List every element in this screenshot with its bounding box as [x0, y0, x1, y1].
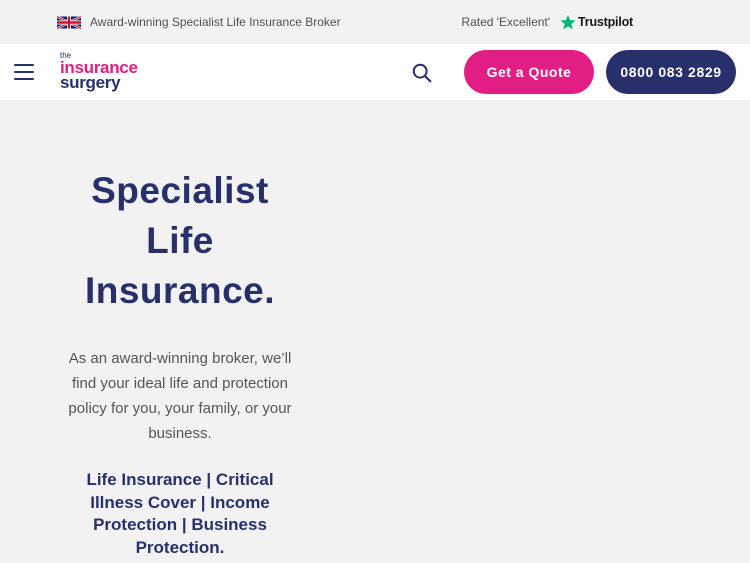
trustpilot-label: Trustpilot — [578, 15, 633, 29]
tagline: Award-winning Specialist Life Insurance … — [90, 15, 341, 29]
trustpilot-rating[interactable]: Rated 'Excellent' Trustpilot — [461, 14, 633, 30]
hero-title-line-3: Insurance. — [84, 270, 276, 311]
hero-title-line-1: Specialist — [91, 170, 269, 211]
trustpilot-star-icon — [560, 15, 576, 30]
site-logo[interactable]: the insurance surgery — [60, 52, 138, 92]
top-bar-left: Award-winning Specialist Life Insurance … — [57, 15, 341, 29]
hero-title: Specialist Life Insurance. — [60, 166, 300, 316]
logo-surgery: surgery — [60, 73, 121, 92]
phone-number-button[interactable]: 0800 083 2829 — [606, 50, 736, 94]
top-bar: Award-winning Specialist Life Insurance … — [0, 0, 750, 44]
hero-title-line-2: Life — [146, 220, 214, 261]
product-list: Life Insurance | Critical Illness Cover … — [86, 470, 274, 557]
rating-text: Rated 'Excellent' — [461, 15, 551, 29]
hero-lead-text: As an award-winning broker, we’ll find y… — [68, 350, 292, 442]
site-header: the insurance surgery Get a Quote 0800 0… — [0, 44, 750, 100]
search-icon[interactable] — [411, 62, 433, 84]
uk-flag-icon — [57, 15, 81, 29]
hamburger-menu-icon[interactable] — [14, 64, 34, 80]
hero-section: Specialist Life Insurance. As an award-w… — [60, 166, 300, 559]
get-a-quote-button[interactable]: Get a Quote — [464, 50, 594, 94]
